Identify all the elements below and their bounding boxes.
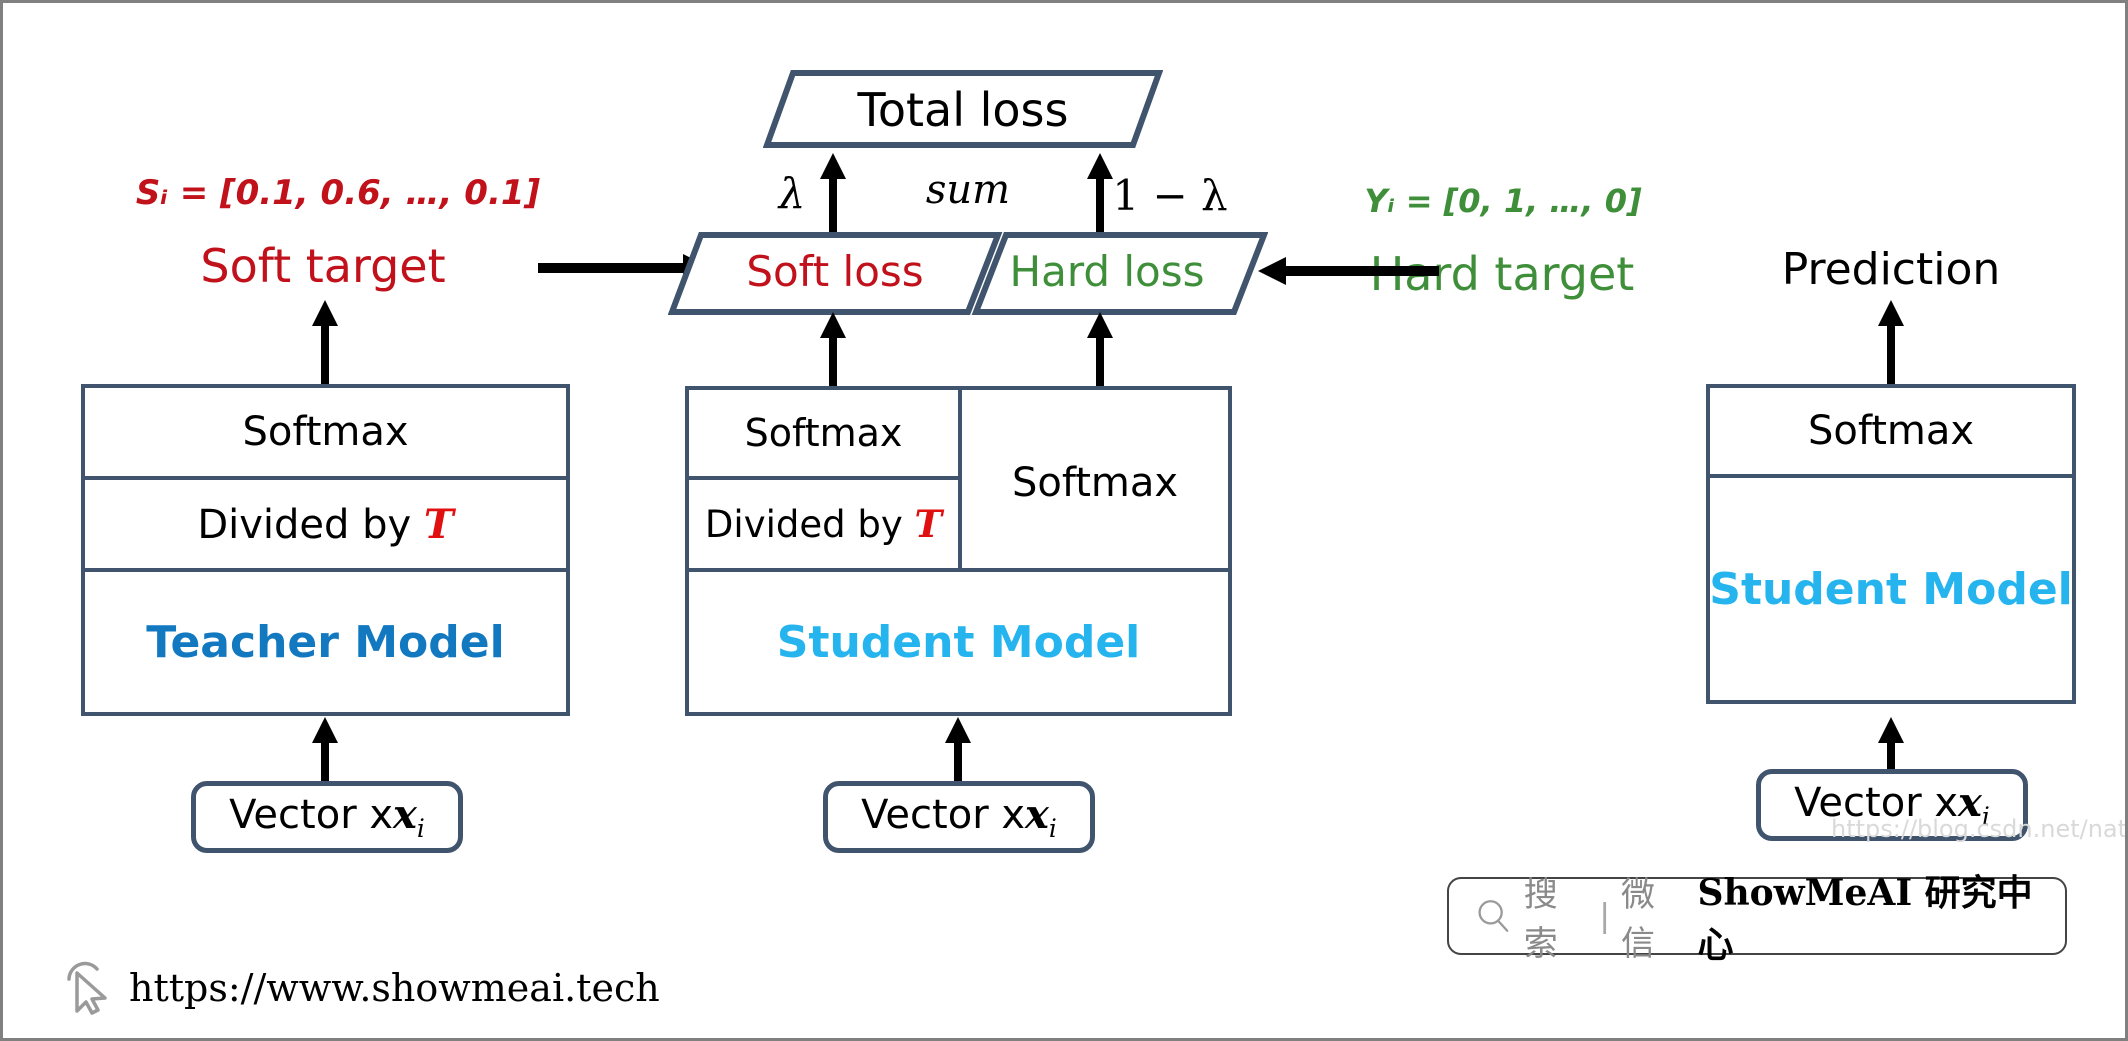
- teacher-input-vector-label: Vector xxi: [229, 791, 425, 843]
- teacher-divided-by-prefix: Divided by: [197, 501, 424, 548]
- soft-target-label: Soft target: [200, 239, 446, 293]
- student-divided-by-prefix: Divided by: [704, 503, 915, 546]
- inference-softmax-cell: Softmax: [1706, 384, 2076, 478]
- teacher-input-vector-text: Vector x: [229, 792, 394, 838]
- soft-target-vector-label: Sᵢ = [0.1, 0.6, …, 0.1]: [135, 173, 541, 213]
- badge-account-name: ShowMeAI 研究中心: [1697, 872, 2033, 966]
- student-model-label: Student Model: [776, 616, 1141, 668]
- teacher-temperature-symbol: T: [423, 500, 454, 548]
- prediction-label: Prediction: [1781, 244, 2001, 295]
- teacher-model-label: Teacher Model: [146, 616, 505, 668]
- teacher-softmax-label: Softmax: [242, 409, 409, 455]
- footer-url[interactable]: https://www.showmeai.tech: [129, 966, 660, 1010]
- soft-loss-label: Soft loss: [746, 247, 924, 296]
- student-temperature-symbol: T: [914, 502, 943, 546]
- student-input-vector-label: Vector xxi: [861, 791, 1057, 843]
- inference-model-cell: Student Model: [1706, 474, 2076, 704]
- lambda-label: λ: [778, 169, 806, 218]
- hard-loss-label: Hard loss: [1009, 247, 1205, 296]
- showmeai-search-badge[interactable]: 搜索 | 微信 ShowMeAI 研究中心: [1447, 872, 2067, 966]
- total-loss-label: Total loss: [857, 83, 1069, 137]
- teacher-softmax-cell: Softmax: [81, 384, 570, 480]
- student-softmax-plain-cell: Softmax: [958, 386, 1232, 572]
- inference-softmax-label: Softmax: [1807, 408, 1975, 454]
- student-input-subscript: i: [1048, 814, 1057, 843]
- student-softmax-cell: Softmax: [685, 386, 962, 480]
- csdn-watermark: https://blog.csdn.net/nature553863: [1831, 815, 2128, 843]
- teacher-divided-by-t-label: Divided by T: [197, 501, 453, 548]
- student-input-vector-text: Vector x: [861, 792, 1026, 838]
- student-input-vector-box: Vector xxi: [823, 781, 1095, 853]
- teacher-divided-by-t-cell: Divided by T: [81, 476, 570, 572]
- inference-model-label: Student Model: [1709, 563, 2073, 615]
- student-model-cell: Student Model: [685, 568, 1232, 716]
- search-icon: [1478, 900, 1509, 932]
- teacher-model-cell: Teacher Model: [81, 568, 570, 716]
- one-minus-lambda-label: 1 − λ: [1112, 171, 1228, 220]
- hard-target-vector-label: Yᵢ = [0, 1, …, 0]: [1364, 182, 1642, 220]
- teacher-input-subscript: i: [416, 814, 425, 843]
- student-divided-by-t-label: Divided by T: [705, 502, 942, 546]
- cursor-icon: [67, 961, 107, 1015]
- badge-separator: |: [1600, 896, 1610, 935]
- student-softmax-plain-label: Softmax: [1011, 460, 1179, 506]
- sum-label: sum: [925, 167, 1011, 213]
- diagram-canvas: Sᵢ = [0.1, 0.6, …, 0.1] Soft target Yᵢ =…: [0, 0, 2128, 1041]
- badge-search-text: 搜索: [1523, 875, 1559, 964]
- student-divided-by-t-cell: Divided by T: [685, 476, 962, 572]
- student-softmax-label: Softmax: [744, 411, 903, 455]
- teacher-input-vector-box: Vector xxi: [191, 781, 463, 853]
- badge-channel-text: 微信: [1621, 875, 1657, 964]
